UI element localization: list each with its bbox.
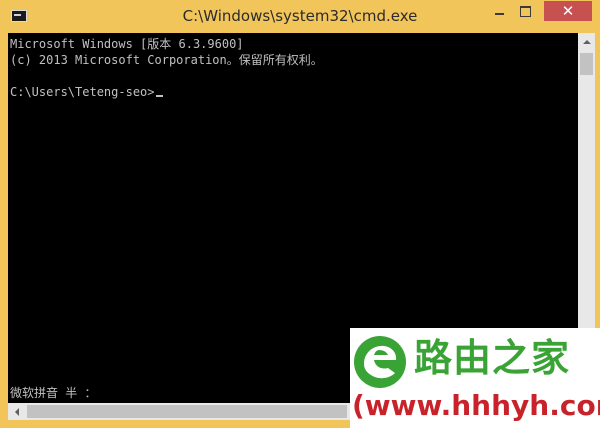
horizontal-scroll-thumb[interactable] bbox=[27, 405, 347, 418]
vertical-scroll-thumb[interactable] bbox=[580, 53, 593, 75]
console-prompt-line[interactable]: C:\Users\Teteng-seo> bbox=[10, 84, 163, 100]
maximize-button[interactable] bbox=[512, 1, 538, 21]
console-line-copyright: (c) 2013 Microsoft Corporation。保留所有权利。 bbox=[10, 53, 323, 67]
title-bar[interactable]: C:\Windows\system32\cmd.exe ✕ bbox=[0, 0, 600, 33]
minimize-button[interactable] bbox=[486, 1, 512, 21]
minimize-icon bbox=[494, 13, 504, 15]
scroll-left-button[interactable] bbox=[8, 403, 25, 420]
text-cursor bbox=[155, 95, 163, 97]
console-prompt: C:\Users\Teteng-seo> bbox=[10, 85, 155, 99]
window-title: C:\Windows\system32\cmd.exe bbox=[182, 7, 418, 25]
ime-status-bar: 微软拼音 半 ： bbox=[10, 386, 97, 400]
watermark-logo-icon bbox=[354, 336, 406, 388]
watermark: 路由之家 (www.hhhyh.com) bbox=[350, 328, 600, 428]
watermark-title: 路由之家 bbox=[414, 336, 571, 380]
watermark-url: (www.hhhyh.com) bbox=[352, 389, 600, 422]
cmd-app-icon[interactable] bbox=[11, 10, 27, 22]
arrow-left-icon bbox=[14, 407, 19, 416]
close-button[interactable]: ✕ bbox=[544, 1, 592, 21]
arrow-up-icon bbox=[582, 39, 591, 44]
close-icon: ✕ bbox=[561, 1, 575, 20]
scroll-up-button[interactable] bbox=[578, 33, 595, 50]
cmd-window: C:\Windows\system32\cmd.exe ✕ Microsoft … bbox=[0, 0, 600, 428]
maximize-icon bbox=[519, 5, 531, 17]
console-line-version: Microsoft Windows [版本 6.3.9600] bbox=[10, 37, 244, 51]
